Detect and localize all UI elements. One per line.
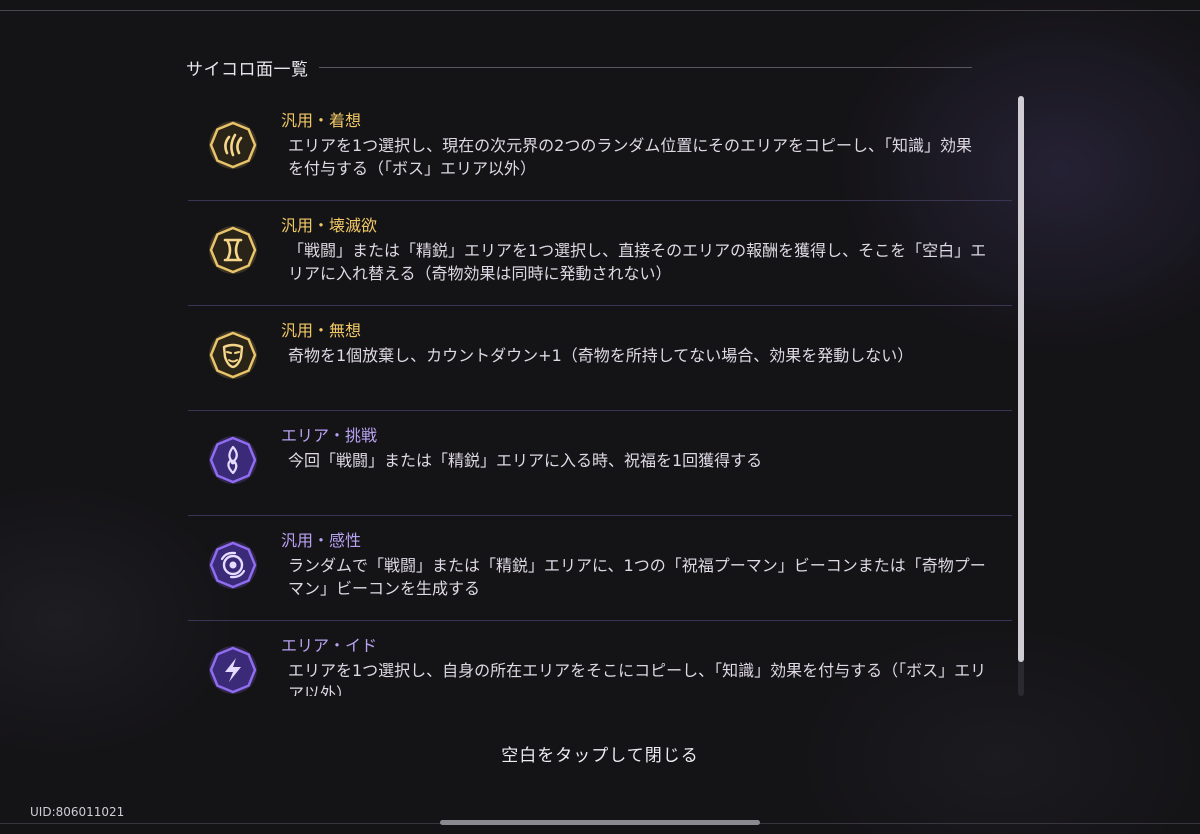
header-rule <box>318 66 972 68</box>
dice-face-description: エリアを1つ選択し、現在の次元界の2つのランダム位置にそのエリアをコピーし、「知… <box>288 136 973 178</box>
dice-face-description: ランダムで「戦闘」または「精鋭」エリアに、1つの「祝福プーマン」ビーコンまたは「… <box>288 556 986 598</box>
dice-face-description: エリアを1つ選択し、自身の所在エリアをそこにコピーし、「知識」効果を付与する（「… <box>288 661 987 696</box>
dice-face-title: 汎用・無想 <box>281 321 362 340</box>
dice-face-item[interactable]: 汎用・壊滅欲 「戦闘」または「精鋭」エリアを1つ選択し、直接そのエリアの報酬を獲… <box>188 201 1012 306</box>
hourglass-x-icon <box>209 226 257 274</box>
user-id-label: UID:806011021 <box>30 805 125 819</box>
vortex-icon <box>209 541 257 589</box>
flame-swirl-icon <box>209 436 257 484</box>
mask-icon <box>209 331 257 379</box>
dice-face-description: 「戦闘」または「精鋭」エリアを1つ選択し、直接そのエリアの報酬を獲得し、そこを「… <box>288 241 987 283</box>
home-indicator[interactable] <box>440 820 760 825</box>
dice-face-title: 汎用・壊滅欲 <box>281 216 378 235</box>
dice-face-title: 汎用・着想 <box>281 111 362 130</box>
tap-to-close-hint[interactable]: 空白をタップして閉じる <box>0 741 1200 766</box>
dice-face-title: エリア・挑戦 <box>281 426 378 445</box>
dice-face-item[interactable]: 汎用・無想 奇物を1個放棄し、カウントダウン+1（奇物を所持してない場合、効果を… <box>188 306 1012 411</box>
scrollbar[interactable] <box>1018 96 1024 696</box>
page-title: サイコロ面一覧 <box>186 59 309 80</box>
thought-burst-icon <box>209 121 257 169</box>
dice-face-title: 汎用・感性 <box>281 531 362 550</box>
dice-face-description: 今回「戦闘」または「精鋭」エリアに入る時、祝福を1回獲得する <box>288 451 763 470</box>
dice-face-item[interactable]: 汎用・着想 エリアを1つ選択し、現在の次元界の2つのランダム位置にそのエリアをコ… <box>188 96 1012 201</box>
dice-face-item[interactable]: 汎用・感性 ランダムで「戦闘」または「精鋭」エリアに、1つの「祝福プーマン」ビー… <box>188 516 1012 621</box>
scrollbar-thumb[interactable] <box>1018 96 1024 662</box>
lightning-icon <box>209 646 257 694</box>
top-divider <box>0 10 1200 11</box>
dice-faces-header: サイコロ面一覧 <box>186 56 972 80</box>
dice-face-item[interactable]: エリア・イド エリアを1つ選択し、自身の所在エリアをそこにコピーし、「知識」効果… <box>188 621 1012 696</box>
dice-face-title: エリア・イド <box>281 636 378 655</box>
dice-face-item[interactable]: エリア・挑戦 今回「戦闘」または「精鋭」エリアに入る時、祝福を1回獲得する <box>188 411 1012 516</box>
dice-face-list[interactable]: 汎用・着想 エリアを1つ選択し、現在の次元界の2つのランダム位置にそのエリアをコ… <box>188 96 1012 696</box>
dice-face-description: 奇物を1個放棄し、カウントダウン+1（奇物を所持してない場合、効果を発動しない） <box>288 346 914 365</box>
